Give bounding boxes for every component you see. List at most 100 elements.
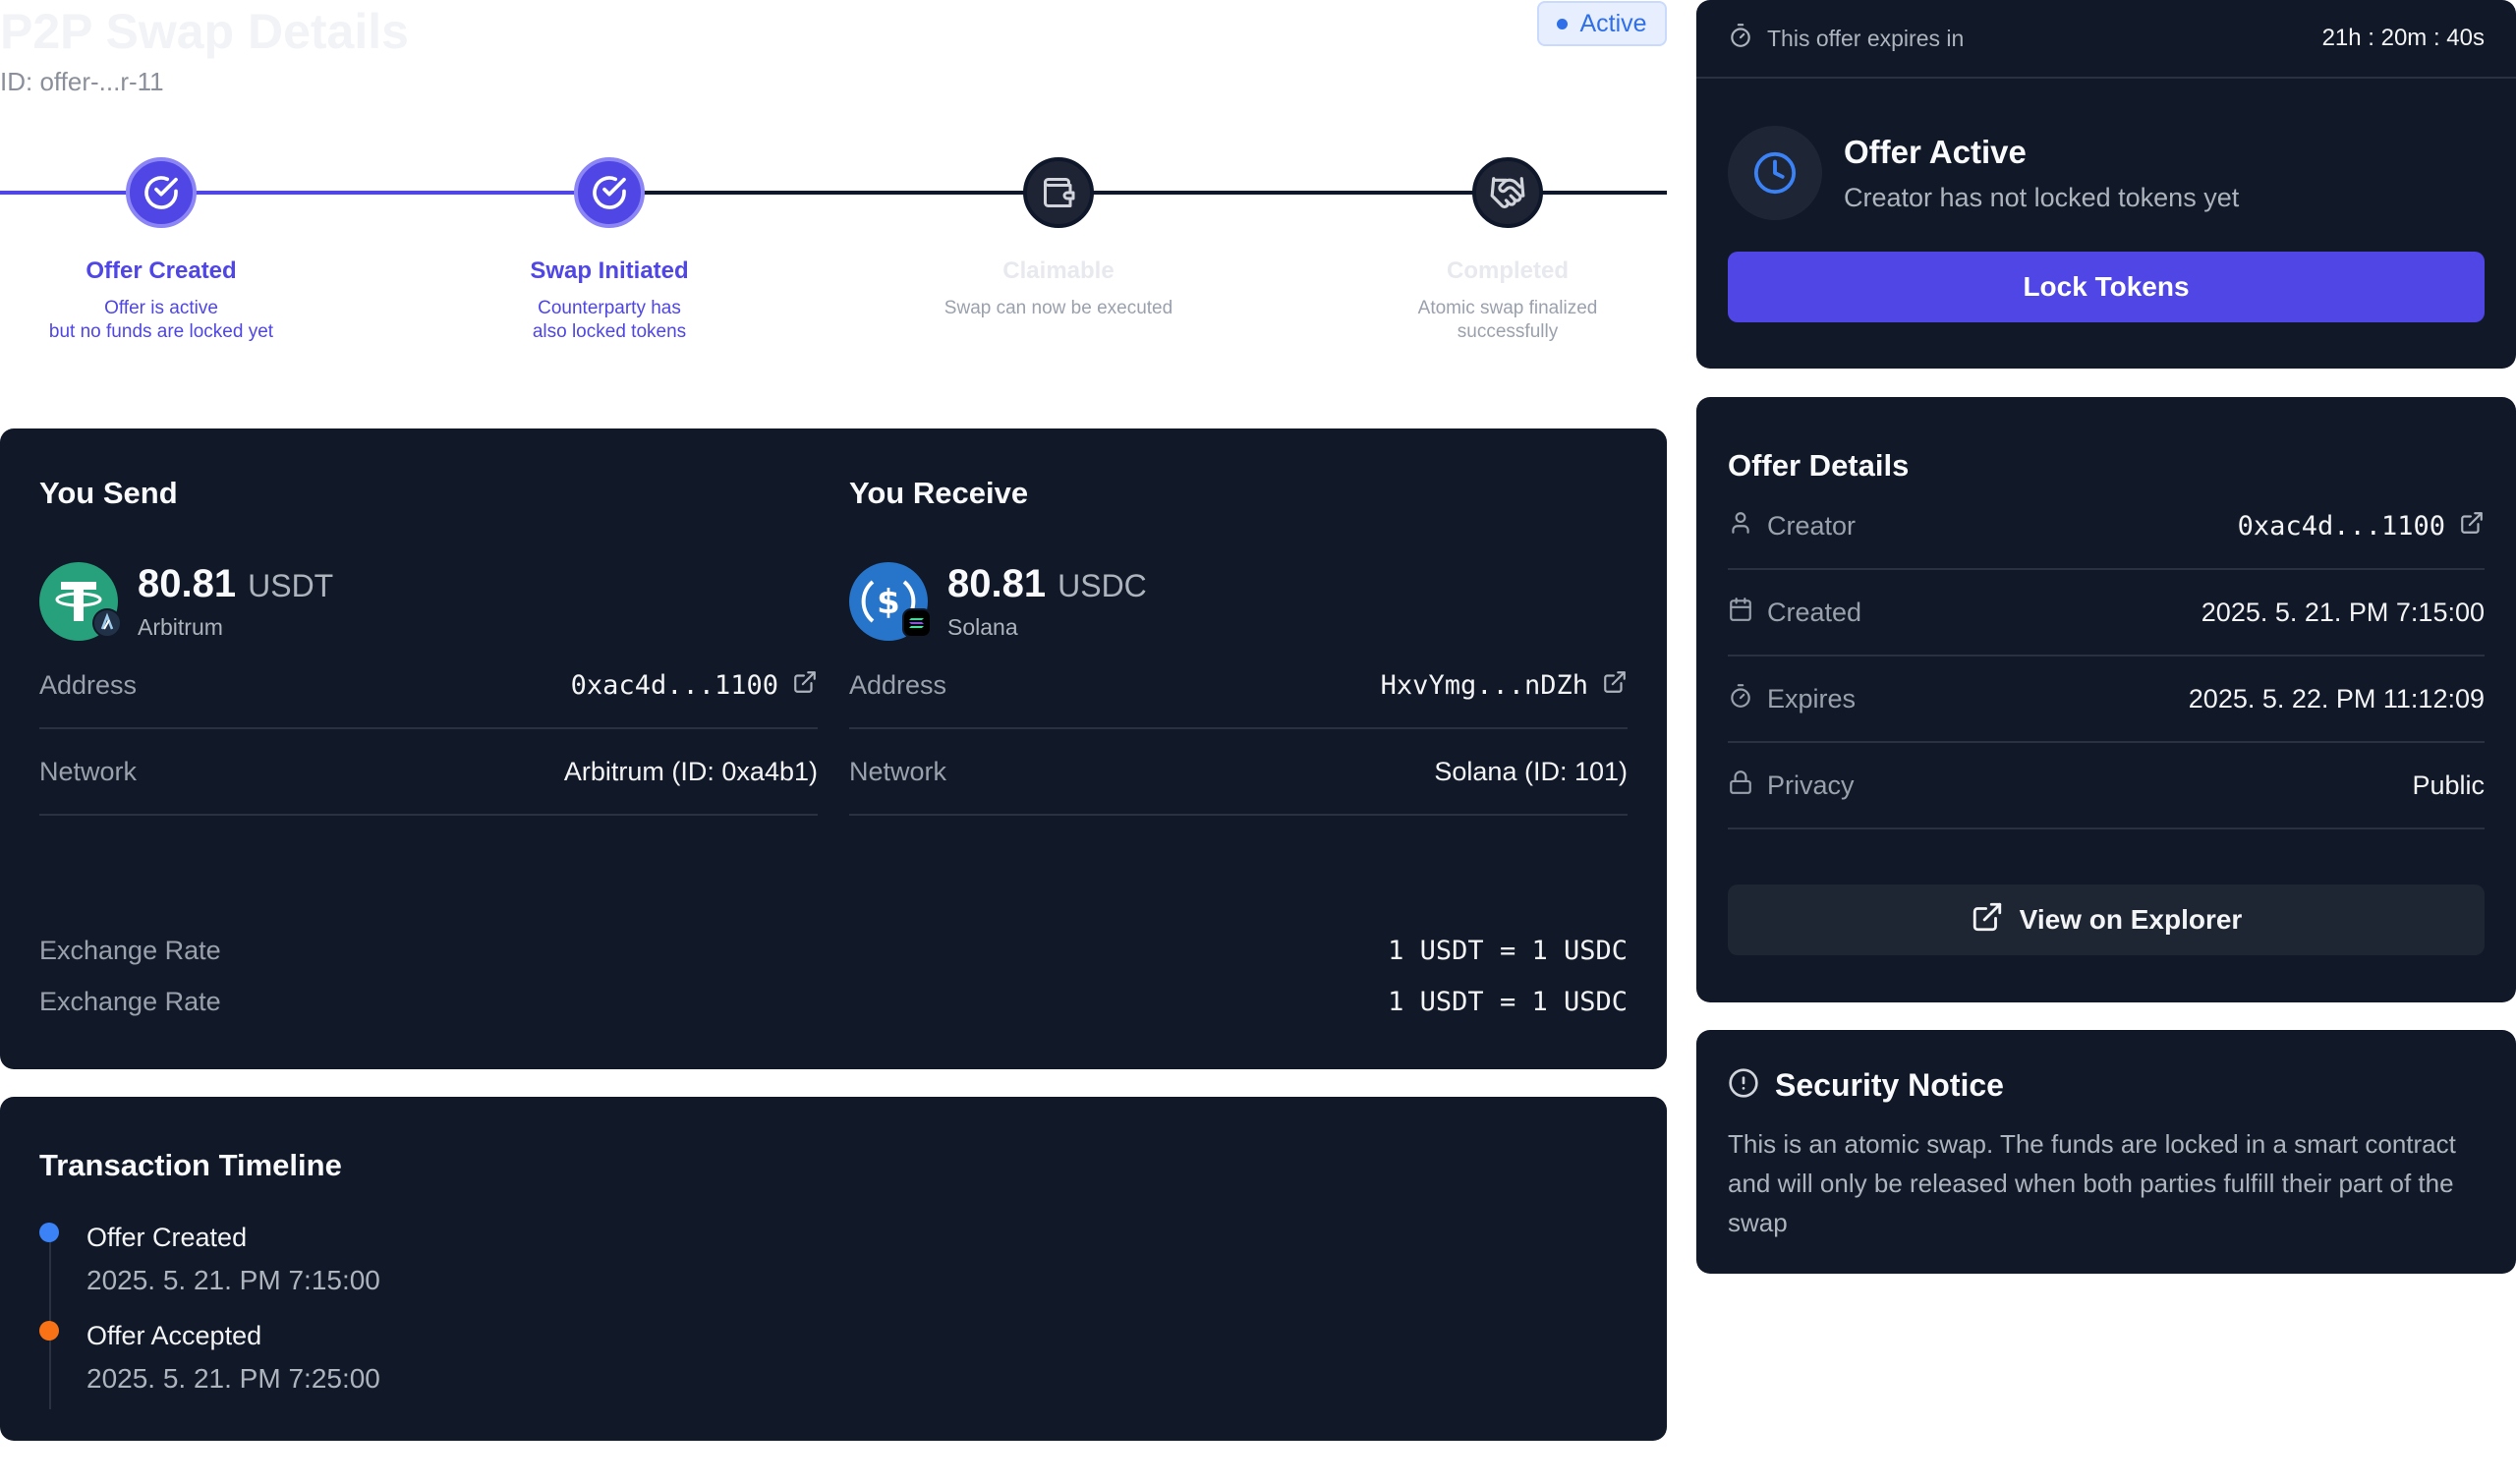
creator-address: 0xac4d...1100 xyxy=(2237,510,2445,542)
offer-details-title: Offer Details xyxy=(1728,448,1910,483)
offer-details-card: Offer Details Creator 0xac4d...1100 Crea… xyxy=(1696,397,2516,1002)
svg-text:$: $ xyxy=(877,583,900,622)
exchange-rate-row: Exchange Rate 1 USDT = 1 USDC xyxy=(39,987,1628,1017)
page-title: P2P Swap Details xyxy=(0,4,409,59)
offer-active-status: Offer Active Creator has not locked toke… xyxy=(1728,126,2239,220)
security-notice-title: Security Notice xyxy=(1775,1067,2004,1103)
privacy-value: Public xyxy=(2412,770,2485,800)
receive-chain: Solana xyxy=(947,614,1018,640)
swap-summary-card: You Send 80.81 USDT Arbitrum Address 0xa… xyxy=(0,428,1667,1069)
detail-row-creator: Creator 0xac4d...1100 xyxy=(1728,484,2485,570)
timeline-dot-icon xyxy=(39,1321,59,1341)
receive-address-value: HxvYmg...nDZh xyxy=(1380,669,1588,701)
receive-amount: 80.81 xyxy=(947,562,1047,605)
offer-active-subtitle: Creator has not locked tokens yet xyxy=(1844,182,2240,212)
timeline-event-title: Offer Created xyxy=(86,1223,248,1252)
offer-status-card: This offer expires in 21h : 20m : 40s Of… xyxy=(1696,0,2516,369)
external-link-icon[interactable] xyxy=(2459,510,2485,542)
expiry-bar: This offer expires in 21h : 20m : 40s xyxy=(1696,0,2516,79)
exchange-rate-label: Exchange Rate xyxy=(39,987,221,1016)
clock-icon xyxy=(1728,126,1822,220)
check-circle-icon xyxy=(574,157,645,228)
tether-icon xyxy=(39,562,122,641)
send-title: You Send xyxy=(39,476,178,510)
offer-active-title: Offer Active xyxy=(1844,133,2027,170)
receive-address-row: Address HxvYmg...nDZh xyxy=(849,643,1628,729)
external-link-icon[interactable] xyxy=(792,669,818,702)
security-notice-card: Security Notice This is an atomic swap. … xyxy=(1696,1030,2516,1274)
send-network-label: Network xyxy=(39,756,138,786)
user-icon xyxy=(1728,510,1753,542)
offer-id: ID: offer-...r-11 xyxy=(0,67,164,96)
exchange-rate-value: 1 USDT = 1 USDC xyxy=(1388,936,1628,966)
solana-icon xyxy=(902,608,932,643)
lock-tokens-button[interactable]: Lock Tokens xyxy=(1728,252,2485,322)
step-label: Claimable xyxy=(1002,257,1115,284)
send-network-value: Arbitrum (ID: 0xa4b1) xyxy=(563,756,818,786)
view-on-explorer-button[interactable]: View on Explorer xyxy=(1728,885,2485,955)
receive-token: $ 80.81 USDC Solana xyxy=(849,560,1628,643)
timeline-event-date: 2025. 5. 21. PM 7:15:00 xyxy=(86,1265,380,1295)
step-claimable: Claimable Swap can now be executed xyxy=(882,157,1235,320)
send-symbol: USDT xyxy=(248,568,334,603)
timeline-dot-icon xyxy=(39,1223,59,1242)
security-notice-text: This is an atomic swap. The funds are lo… xyxy=(1728,1129,2456,1237)
step-description: Offer is active but no funds are locked y… xyxy=(48,298,274,342)
detail-row-expires: Expires 2025. 5. 22. PM 11:12:09 xyxy=(1728,656,2485,743)
step-completed: Completed Atomic swap finalized successfu… xyxy=(1331,157,1685,344)
expires-value: 2025. 5. 22. PM 11:12:09 xyxy=(2188,683,2485,713)
transaction-timeline-card: Transaction Timeline Offer Created 2025.… xyxy=(0,1097,1667,1441)
detail-row-privacy: Privacy Public xyxy=(1728,743,2485,829)
step-label: Offer Created xyxy=(86,257,237,284)
detail-label: Created xyxy=(1767,597,1862,627)
handshake-icon xyxy=(1472,157,1543,228)
send-network-row: Network Arbitrum (ID: 0xa4b1) xyxy=(39,729,818,816)
receive-network-label: Network xyxy=(849,756,947,786)
receive-address-label: Address xyxy=(849,669,947,700)
detail-row-created: Created 2025. 5. 21. PM 7:15:00 xyxy=(1728,570,2485,656)
check-circle-icon xyxy=(126,157,197,228)
timeline-event-title: Offer Accepted xyxy=(86,1321,262,1350)
step-description: Swap can now be executed xyxy=(944,298,1173,318)
detail-label: Creator xyxy=(1767,510,1857,541)
send-address-row: Address 0xac4d...1100 xyxy=(39,643,818,729)
wallet-icon xyxy=(1023,157,1094,228)
send-token: 80.81 USDT Arbitrum xyxy=(39,560,818,643)
send-amount: 80.81 xyxy=(138,562,237,605)
progress-stepper: Offer Created Offer is active but no fund… xyxy=(0,157,1667,373)
exchange-rate-value: 1 USDT = 1 USDC xyxy=(1388,987,1628,1017)
send-chain: Arbitrum xyxy=(138,614,223,640)
step-description: Atomic swap finalized successfully xyxy=(1417,298,1598,342)
detail-label: Privacy xyxy=(1767,770,1855,800)
step-swap-initiated: Swap Initiated Counterparty has also lock… xyxy=(432,157,786,344)
exchange-rate-row: Exchange Rate 1 USDT = 1 USDC xyxy=(39,936,1628,966)
timeline-event: Offer Created 2025. 5. 21. PM 7:15:00 xyxy=(39,1223,380,1296)
status-badge: Active xyxy=(1537,1,1667,46)
send-column: You Send 80.81 USDT Arbitrum Address 0xa… xyxy=(39,476,818,816)
timeline-title: Transaction Timeline xyxy=(39,1148,342,1182)
status-badge-label: Active xyxy=(1579,9,1647,37)
step-description: Counterparty has also locked tokens xyxy=(532,298,687,342)
receive-network-row: Network Solana (ID: 101) xyxy=(849,729,1628,816)
send-address-label: Address xyxy=(39,669,138,700)
external-link-icon[interactable] xyxy=(1602,669,1628,702)
lock-icon xyxy=(1728,770,1753,802)
expiry-countdown: 21h : 20m : 40s xyxy=(2321,25,2485,51)
usdc-icon: $ xyxy=(849,562,932,641)
receive-symbol: USDC xyxy=(1058,568,1147,603)
arbitrum-icon xyxy=(92,608,122,643)
view-on-explorer-label: View on Explorer xyxy=(2019,904,2243,935)
detail-label: Expires xyxy=(1767,683,1857,713)
external-link-icon xyxy=(1971,900,2004,941)
step-label: Swap Initiated xyxy=(530,257,689,284)
step-offer-created: Offer Created Offer is active but no fund… xyxy=(0,157,338,344)
timeline-event: Offer Accepted 2025. 5. 21. PM 7:25:00 xyxy=(39,1321,380,1395)
status-dot-icon xyxy=(1557,18,1569,29)
exchange-rate-label: Exchange Rate xyxy=(39,936,221,965)
calendar-icon xyxy=(1728,597,1753,629)
timeline-event-date: 2025. 5. 21. PM 7:25:00 xyxy=(86,1363,380,1394)
alert-circle-icon xyxy=(1728,1067,1759,1104)
created-value: 2025. 5. 21. PM 7:15:00 xyxy=(2201,597,2485,627)
receive-network-value: Solana (ID: 101) xyxy=(1434,756,1628,786)
timer-icon xyxy=(1728,23,1753,54)
